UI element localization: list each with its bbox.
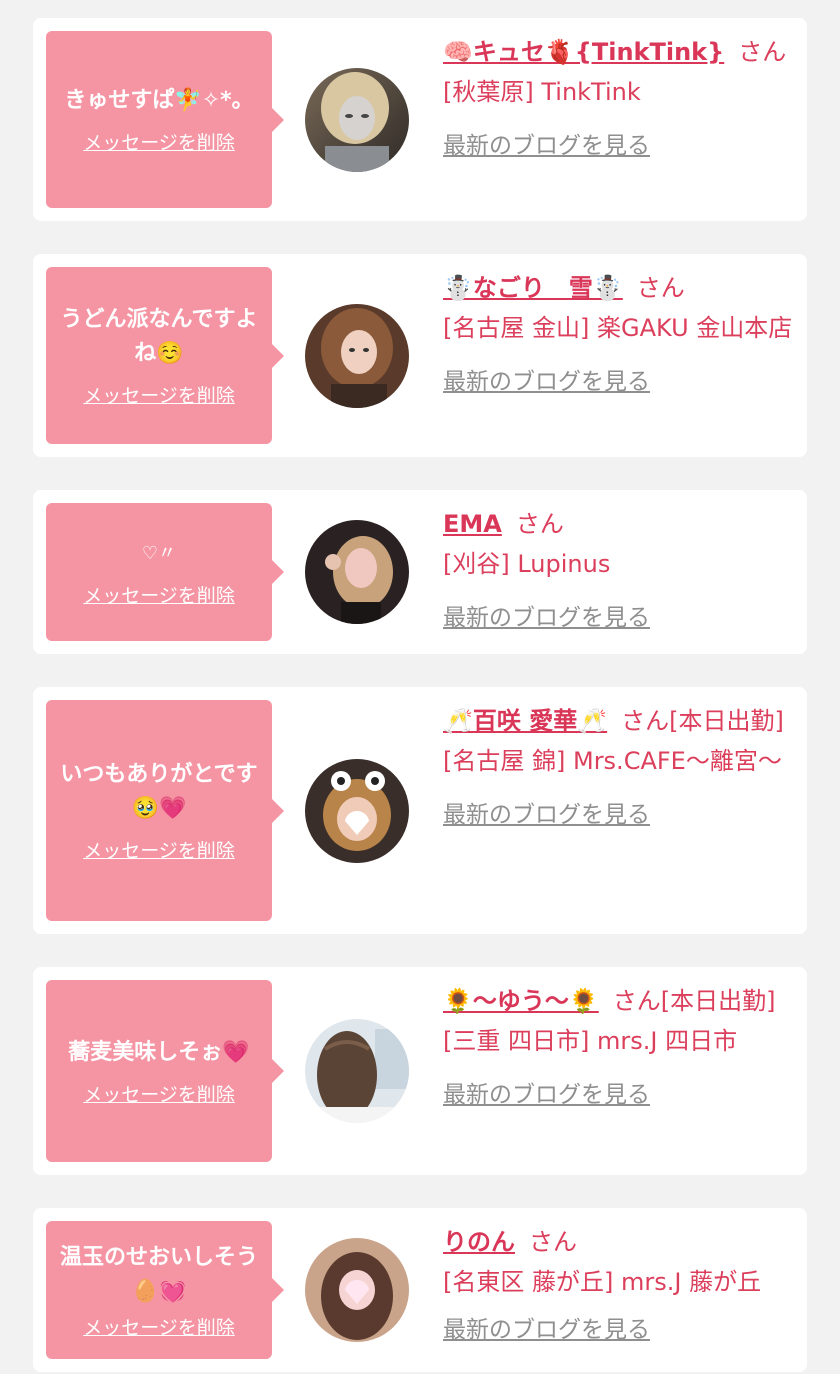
message-text: いつもありがとです🥹💗: [60, 762, 258, 821]
shop-label: [名古屋 錦] Mrs.CAFE〜離宮〜: [443, 747, 782, 775]
message-bubble: 蕎麦美味しそぉ💗 メッセージを削除: [46, 980, 284, 1162]
message-card: 蕎麦美味しそぉ💗 メッセージを削除 🌻〜ゆう〜🌻 さん[本日出勤] [三重 四日市…: [33, 967, 807, 1175]
message-list: きゅせすぱ🧚✧*。 メッセージを削除 🧠キュセ🫀{TinkTink} さん [秋…: [0, 0, 840, 1374]
status-label: [本日出勤]: [669, 707, 784, 735]
avatar[interactable]: [305, 1019, 409, 1123]
cast-info: ☃️なごり 雪☃️ さん [名古屋 金山] 楽GAKU 金山本店 最新のブログを見…: [443, 268, 795, 402]
message-text: うどん派なんですよね☺️: [60, 307, 258, 366]
avatar[interactable]: [305, 304, 409, 408]
honorific: さん: [529, 1228, 577, 1256]
delete-message-link[interactable]: メッセージを削除: [83, 581, 235, 608]
cast-info: りのん さん [名東区 藤が丘] mrs.J 藤が丘 最新のブログを見る: [443, 1222, 795, 1350]
avatar[interactable]: [305, 68, 409, 172]
delete-message-link[interactable]: メッセージを削除: [83, 1313, 235, 1340]
shop-label: [秋葉原] TinkTink: [443, 78, 641, 106]
message-card: ♡〃 メッセージを削除 EMA さん [刈谷] Lupinus 最新のブログを見る: [33, 490, 807, 654]
cast-info: 🥂百咲 愛華🥂 さん[本日出勤] [名古屋 錦] Mrs.CAFE〜離宮〜 最新の…: [443, 701, 795, 835]
cast-info: EMA さん [刈谷] Lupinus 最新のブログを見る: [443, 504, 795, 638]
message-card: うどん派なんですよね☺️ メッセージを削除 ☃️なごり 雪☃️ さん [名古屋 金…: [33, 254, 807, 457]
latest-blog-link[interactable]: 最新のブログを見る: [443, 133, 650, 159]
cast-name-link[interactable]: EMA: [443, 510, 502, 538]
message-card: 温玉のせおいしそう🥚💓 メッセージを削除 りのん さん [名東区 藤が丘] mrs…: [33, 1208, 807, 1372]
cast-name-link[interactable]: りのん: [443, 1228, 515, 1256]
message-card: きゅせすぱ🧚✧*。 メッセージを削除 🧠キュセ🫀{TinkTink} さん [秋…: [33, 18, 807, 221]
honorific: さん: [621, 707, 670, 735]
cast-name-link[interactable]: 🧠キュセ🫀{TinkTink}: [443, 38, 724, 66]
delete-message-link[interactable]: メッセージを削除: [83, 128, 235, 155]
message-text: ♡〃: [141, 542, 177, 564]
shop-label: [三重 四日市] mrs.J 四日市: [443, 1027, 738, 1055]
latest-blog-link[interactable]: 最新のブログを見る: [443, 1317, 650, 1343]
shop-label: [名古屋 金山] 楽GAKU 金山本店: [443, 314, 793, 342]
honorific: さん: [738, 38, 787, 66]
message-bubble: いつもありがとです🥹💗 メッセージを削除: [46, 700, 284, 921]
latest-blog-link[interactable]: 最新のブログを見る: [443, 802, 650, 828]
honorific: さん: [636, 274, 685, 302]
cast-info: 🌻〜ゆう〜🌻 さん[本日出勤] [三重 四日市] mrs.J 四日市 最新のブログ…: [443, 981, 795, 1115]
message-text: 蕎麦美味しそぉ💗: [68, 1039, 250, 1065]
cast-name-link[interactable]: 🌻〜ゆう〜🌻: [443, 987, 599, 1015]
message-text: 温玉のせおいしそう🥚💓: [59, 1244, 258, 1304]
latest-blog-link[interactable]: 最新のブログを見る: [443, 605, 650, 631]
message-bubble: ♡〃 メッセージを削除: [46, 503, 284, 641]
message-text: きゅせすぱ🧚✧*。: [64, 88, 254, 113]
delete-message-link[interactable]: メッセージを削除: [83, 381, 235, 408]
avatar[interactable]: [305, 1238, 409, 1342]
avatar[interactable]: [305, 520, 409, 624]
latest-blog-link[interactable]: 最新のブログを見る: [443, 1082, 650, 1108]
message-card: いつもありがとです🥹💗 メッセージを削除 🥂百咲 愛華🥂 さん[本日出勤] [名古…: [33, 687, 807, 934]
cast-name-link[interactable]: 🥂百咲 愛華🥂: [443, 707, 607, 735]
avatar[interactable]: [305, 759, 409, 863]
delete-message-link[interactable]: メッセージを削除: [83, 1080, 235, 1107]
message-bubble: うどん派なんですよね☺️ メッセージを削除: [46, 267, 284, 444]
shop-label: [刈谷] Lupinus: [443, 550, 611, 578]
message-bubble: 温玉のせおいしそう🥚💓 メッセージを削除: [46, 1221, 284, 1359]
honorific: さん: [612, 987, 661, 1015]
cast-info: 🧠キュセ🫀{TinkTink} さん [秋葉原] TinkTink 最新のブログを…: [443, 32, 795, 166]
honorific: さん: [515, 510, 564, 538]
message-bubble: きゅせすぱ🧚✧*。 メッセージを削除: [46, 31, 284, 208]
latest-blog-link[interactable]: 最新のブログを見る: [443, 369, 650, 395]
cast-name-link[interactable]: ☃️なごり 雪☃️: [443, 274, 623, 302]
delete-message-link[interactable]: メッセージを削除: [83, 836, 235, 863]
status-label: [本日出勤]: [660, 987, 776, 1015]
shop-label: [名東区 藤が丘] mrs.J 藤が丘: [443, 1268, 762, 1296]
